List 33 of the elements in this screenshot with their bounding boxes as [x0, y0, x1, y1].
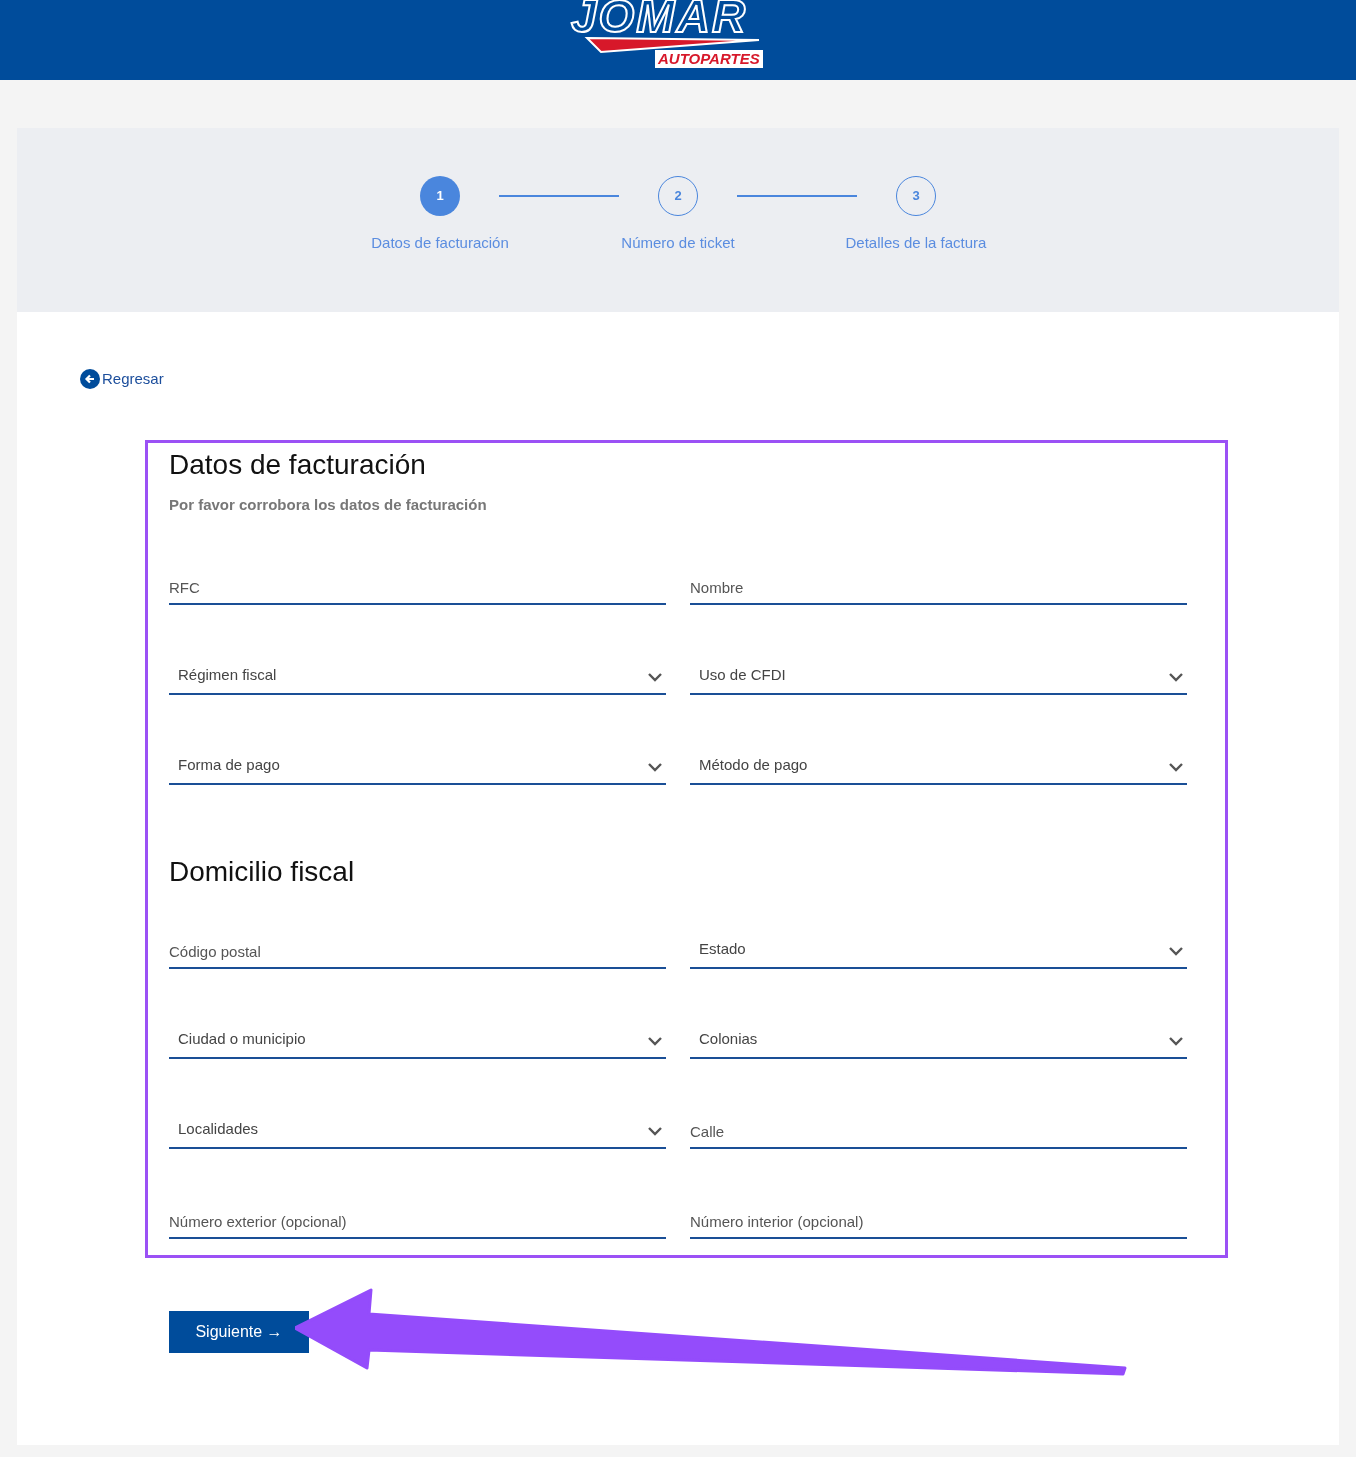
section-subtitle: Por favor corrobora los datos de facturación — [169, 495, 488, 516]
logo-tagline: AUTOPARTES — [655, 50, 763, 68]
text-field[interactable]: Calle — [690, 1108, 1187, 1149]
dropdown-field[interactable]: Estado — [690, 928, 1187, 969]
text-field[interactable]: Nombre — [690, 564, 1187, 605]
dropdown-field[interactable]: Régimen fiscal — [169, 654, 666, 695]
dropdown-field[interactable]: Colonias — [690, 1018, 1187, 1059]
chevron-down-icon — [1169, 945, 1183, 956]
next-button[interactable]: Siguiente → — [169, 1310, 309, 1353]
dropdown-field[interactable]: Localidades — [169, 1108, 666, 1149]
dropdown-field[interactable]: Uso de CFDI — [690, 654, 1187, 695]
section-title: Domicilio fiscal — [169, 854, 356, 889]
chevron-down-icon — [1169, 1035, 1183, 1046]
back-link[interactable]: Regresar — [80, 368, 164, 391]
chevron-down-icon — [1169, 761, 1183, 772]
step-label: Datos de facturación — [371, 233, 509, 253]
chevron-down-icon — [1169, 671, 1183, 682]
chevron-down-icon — [648, 761, 662, 772]
step-label: Número de ticket — [621, 233, 735, 253]
dropdown-field[interactable]: Ciudad o municipio — [169, 1018, 666, 1059]
step-label: Detalles de la factura — [845, 233, 987, 253]
chevron-down-icon — [648, 1125, 662, 1136]
dropdown-field[interactable]: Método de pago — [690, 744, 1187, 785]
text-field[interactable]: Número interior (opcional) — [690, 1198, 1187, 1239]
logo[interactable]: JOMAR AUTOPARTES — [563, 0, 793, 80]
dropdown-field[interactable]: Forma de pago — [169, 744, 666, 785]
text-field[interactable]: Número exterior (opcional) — [169, 1198, 666, 1239]
section-title: Datos de facturación — [169, 448, 427, 483]
text-field[interactable]: Código postal — [169, 928, 666, 969]
chevron-down-icon — [648, 1035, 662, 1046]
text-field[interactable]: RFC — [169, 564, 666, 605]
chevron-down-icon — [648, 671, 662, 682]
logo-wordmark: JOMAR — [571, 0, 748, 44]
